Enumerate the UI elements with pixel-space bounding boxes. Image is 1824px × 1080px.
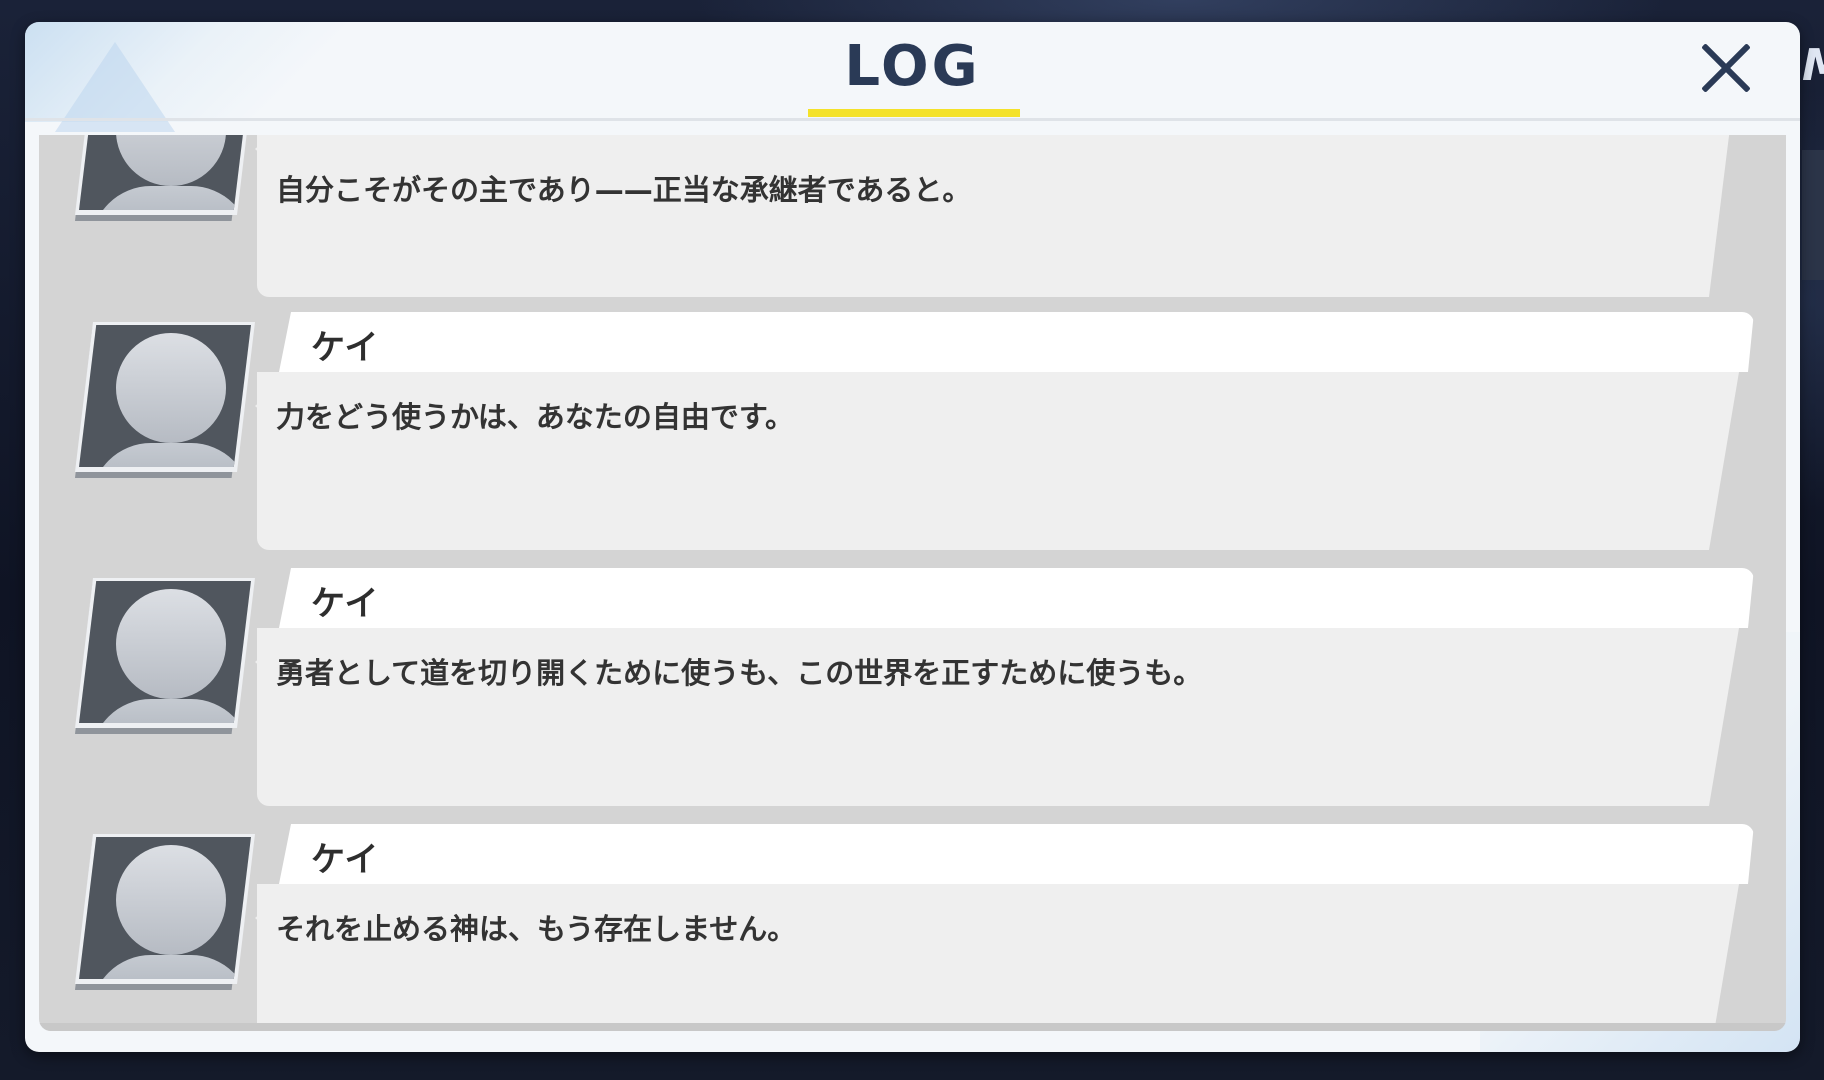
log-title: LOG xyxy=(844,34,981,99)
log-entry: 自分こそがその主であり——正当な承継者であると。 xyxy=(39,135,1786,311)
log-dialog: LOG 自分こそがその主であり——正当な承継者であると。 ケイ 力をどう使うかは… xyxy=(25,22,1800,1052)
title-underline xyxy=(808,109,1020,117)
message-text: 自分こそがその主であり——正当な承継者であると。 xyxy=(276,173,972,207)
avatar-body xyxy=(91,186,251,210)
header-divider xyxy=(25,118,1800,121)
speaker-name-tab: ケイ xyxy=(279,312,1754,372)
default-avatar-icon xyxy=(75,834,255,984)
background-hud-element xyxy=(1802,150,1824,280)
default-avatar-icon xyxy=(75,322,255,472)
message-text: 勇者として道を切り開くために使うも、この世界を正すために使うも。 xyxy=(276,656,1203,690)
avatar-body xyxy=(91,955,251,979)
avatar-head xyxy=(116,333,226,443)
speaker-name-tab: ケイ xyxy=(279,824,1754,884)
log-header: LOG xyxy=(25,22,1800,121)
background-hud-glyph: M xyxy=(1802,40,1824,91)
avatar-body xyxy=(91,699,251,723)
avatar-frame xyxy=(79,325,251,467)
avatar-head xyxy=(116,845,226,955)
speaker-name: ケイ xyxy=(311,840,379,880)
message-bubble xyxy=(257,135,1739,297)
avatar-frame xyxy=(79,135,251,210)
speaker-name: ケイ xyxy=(311,328,379,368)
log-scroll-area[interactable]: 自分こそがその主であり——正当な承継者であると。 ケイ 力をどう使うかは、あなた… xyxy=(39,135,1786,1031)
avatar-head xyxy=(116,589,226,699)
log-entry: ケイ それを止める神は、もう存在しません。 xyxy=(39,824,1786,1031)
avatar-body xyxy=(91,443,251,467)
default-avatar-icon xyxy=(75,135,255,215)
avatar-frame xyxy=(79,581,251,723)
default-avatar-icon xyxy=(75,578,255,728)
avatar-head xyxy=(116,135,226,186)
close-icon[interactable] xyxy=(1698,40,1754,96)
log-entry: ケイ 力をどう使うかは、あなたの自由です。 xyxy=(39,312,1786,568)
avatar-frame xyxy=(79,837,251,979)
speaker-name: ケイ xyxy=(311,584,379,624)
log-bottom-edge xyxy=(39,1023,1786,1031)
message-text: 力をどう使うかは、あなたの自由です。 xyxy=(276,400,794,434)
log-entry: ケイ 勇者として道を切り開くために使うも、この世界を正すために使うも。 xyxy=(39,568,1786,824)
speaker-name-tab: ケイ xyxy=(279,568,1754,628)
message-text: それを止める神は、もう存在しません。 xyxy=(276,912,797,946)
